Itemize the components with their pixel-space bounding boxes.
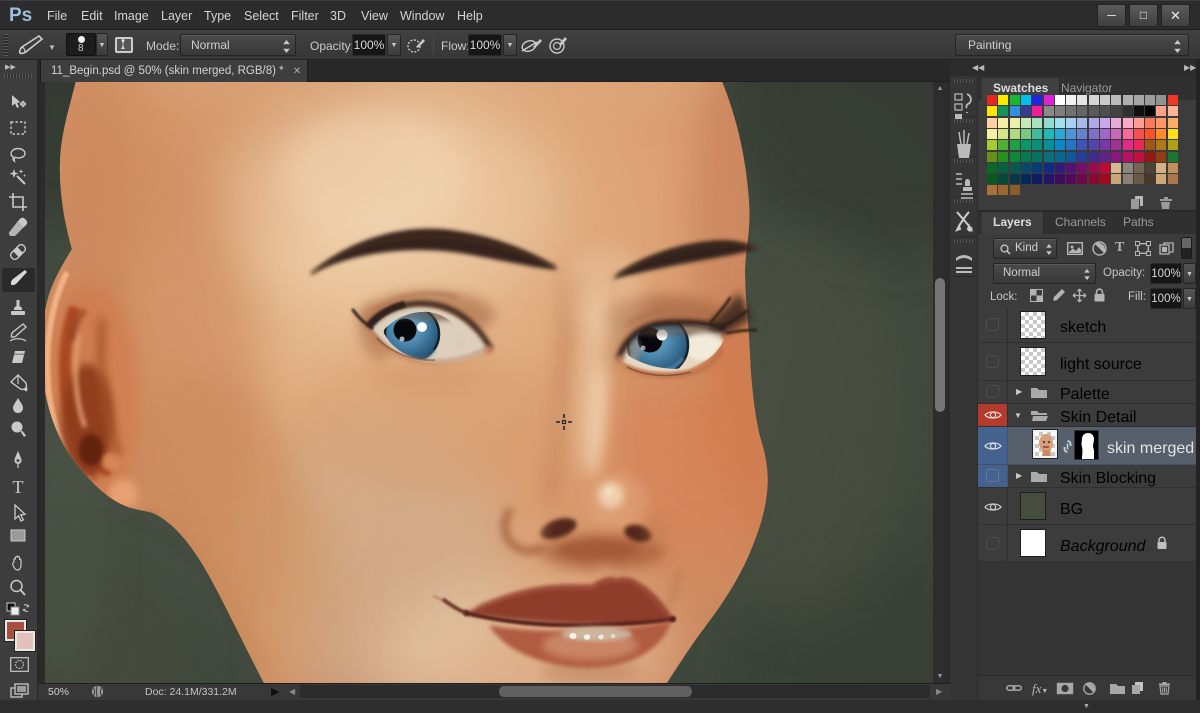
svg-text:T: T: [13, 477, 24, 497]
